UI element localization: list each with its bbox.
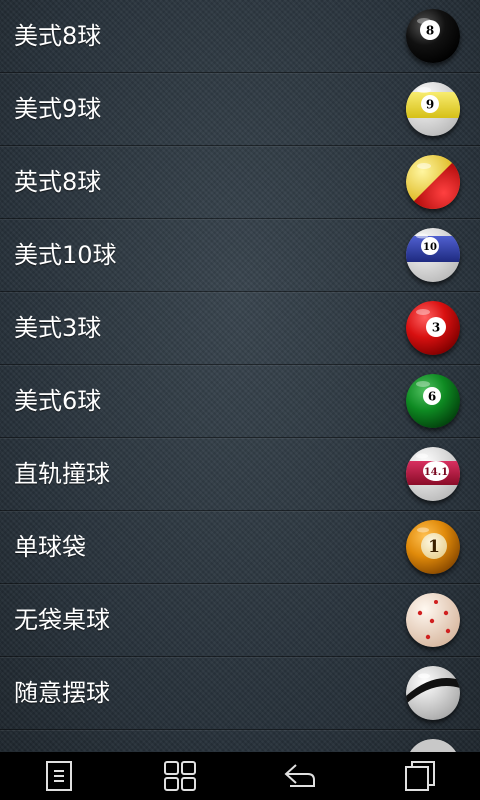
list-item-label: 美式10球 [14, 241, 117, 269]
list-item-american-8-ball[interactable]: 美式8球 8 [0, 0, 480, 73]
ball-number: 6 [428, 390, 436, 404]
system-navigation-bar [0, 752, 480, 800]
list-item-label: 美式8球 [14, 22, 102, 50]
home-button[interactable] [120, 752, 240, 800]
list-item-english-8-ball[interactable]: 英式8球 [0, 146, 480, 219]
list-item-label: 无袋桌球 [14, 606, 110, 634]
list-item-american-10-ball[interactable]: 美式10球 10 [0, 219, 480, 292]
list-item-free-placement[interactable]: 随意摆球 [0, 657, 480, 730]
back-icon [284, 764, 315, 787]
eight-ball-icon: 8 [406, 9, 460, 63]
game-mode-list: 美式8球 8 美式9球 9 英式8球 美式10球 10 美式3球 3 美式6球 … [0, 0, 480, 752]
recent-apps-icon [405, 761, 435, 791]
list-item-label: 美式6球 [14, 387, 102, 415]
ball-icon [406, 739, 460, 752]
ball-number: 9 [426, 98, 434, 112]
list-item-label: 美式9球 [14, 95, 102, 123]
list-item-straight-pool[interactable]: 直轨撞球 14.1 [0, 438, 480, 511]
ball-number: 1 [428, 537, 440, 557]
custom-ball-icon [406, 666, 460, 720]
list-item-label: 直轨撞球 [14, 460, 110, 488]
menu-icon [46, 761, 72, 791]
english-eight-ball-icon [406, 155, 460, 209]
list-item-one-pocket[interactable]: 单球袋 1 [0, 511, 480, 584]
three-ball-icon: 3 [406, 301, 460, 355]
list-item-american-6-ball[interactable]: 美式6球 6 [0, 365, 480, 438]
recent-apps-button[interactable] [360, 752, 480, 800]
list-item-label: 英式8球 [14, 168, 102, 196]
list-item-label: 美式3球 [14, 314, 102, 342]
list-item-carom[interactable]: 无袋桌球 [0, 584, 480, 657]
list-item-american-9-ball[interactable]: 美式9球 9 [0, 73, 480, 146]
ball-number: 8 [426, 24, 434, 38]
straight-pool-ball-icon: 14.1 [406, 447, 460, 501]
ball-number: 14.1 [424, 467, 448, 478]
six-ball-icon: 6 [406, 374, 460, 428]
ball-number: 3 [432, 321, 440, 335]
nine-ball-icon: 9 [406, 82, 460, 136]
list-item-american-3-ball[interactable]: 美式3球 3 [0, 292, 480, 365]
carom-ball-icon [406, 593, 460, 647]
menu-button[interactable] [0, 752, 120, 800]
grid-icon [164, 761, 196, 791]
list-item-partial [0, 730, 480, 752]
list-item-label: 随意摆球 [14, 679, 110, 707]
one-pocket-ball-icon: 1 [406, 520, 460, 574]
list-item-label: 单球袋 [14, 533, 86, 561]
back-button[interactable] [240, 752, 360, 800]
ball-number: 10 [423, 242, 437, 253]
ten-ball-icon: 10 [406, 228, 460, 282]
